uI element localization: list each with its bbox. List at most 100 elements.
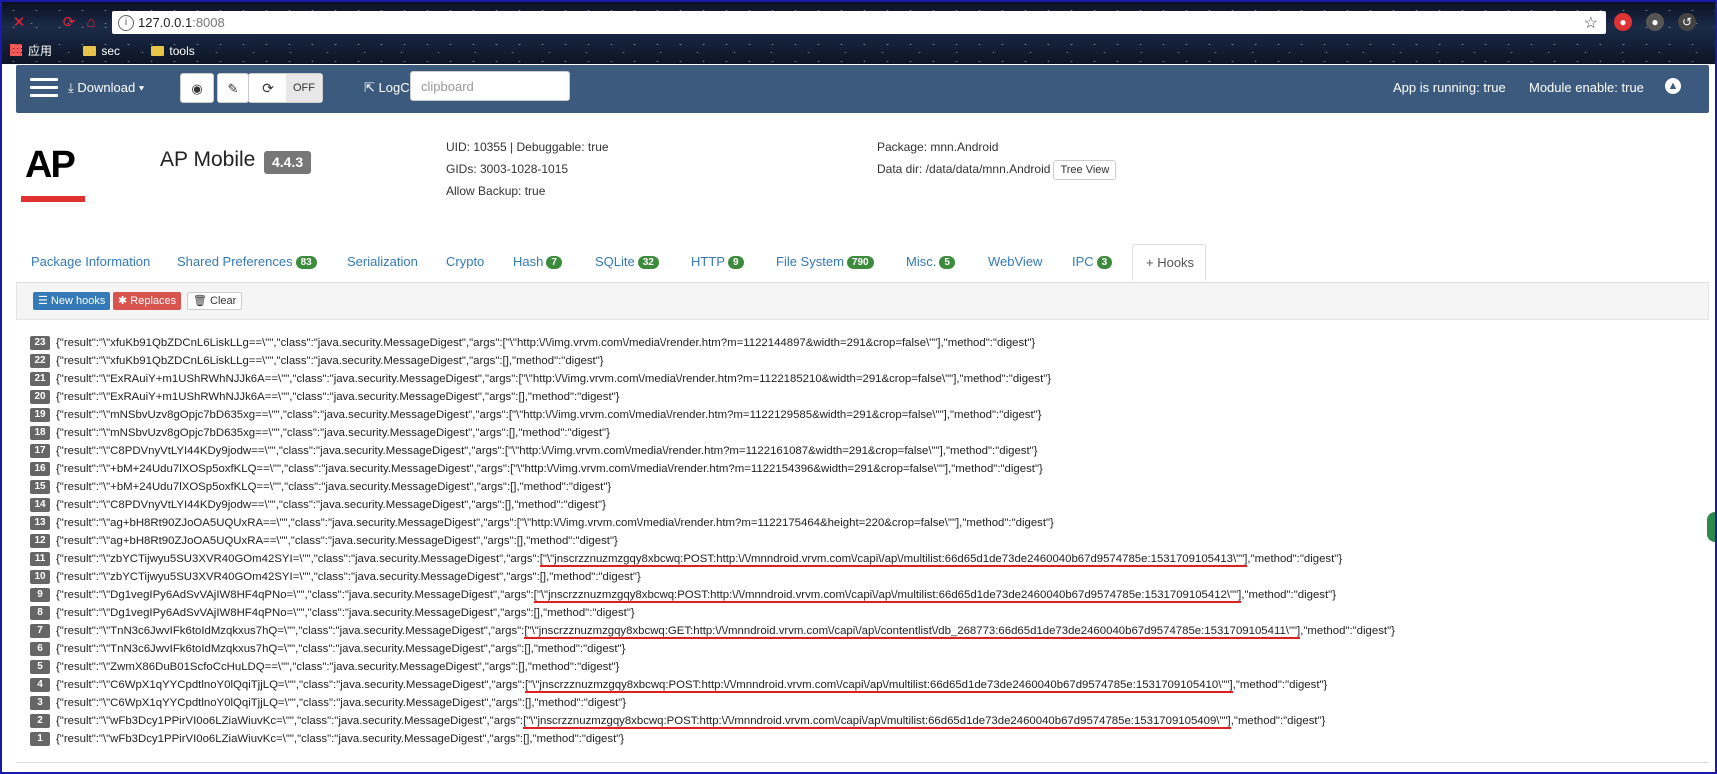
tree-view-button[interactable]: Tree View: [1053, 160, 1117, 180]
highlighted-args: ["\"jnscrzznuzmzgqy8xbcwq:POST:http:\/\/…: [533, 589, 1242, 603]
extension-icon[interactable]: ↺: [1678, 13, 1696, 31]
divider: [16, 762, 1709, 763]
log-row: 19 {"result":"\"mNSbvUzv8gOpjc7bD635xg==\…: [30, 406, 1700, 424]
log-row: 6 {"result":"\"TnN3c6JwvIFk6toIdMzqkxus7h…: [30, 640, 1700, 658]
tools-button[interactable]: ✎: [217, 73, 249, 103]
chevron-up-icon[interactable]: ▲: [1665, 78, 1681, 94]
highlighted-args: ["\"jnscrzznuzmzgqy8xbcwq:POST:http:\/\/…: [525, 679, 1233, 693]
download-dropdown[interactable]: ⤓ Download ▾: [68, 80, 144, 96]
datadir-line: Data dir: /data/data/mnn.Android Tree Vie…: [877, 158, 1117, 180]
toggle-state: OFF: [286, 74, 322, 102]
refresh-toggle[interactable]: ⟳ OFF: [248, 73, 323, 103]
tab-file-system[interactable]: File System 790: [776, 254, 874, 269]
tab-crypto[interactable]: Crypto: [446, 254, 484, 269]
bookmarks-bar: 应用 sec tools: [10, 42, 223, 62]
tab-bar: Package Information Shared Preferences 83…: [16, 244, 1709, 283]
log-text: {"result":"\"C8PDVnyVtLYI44KDy9jodw==\""…: [56, 445, 1038, 457]
row-number: 11: [30, 552, 50, 566]
bookmark-tools[interactable]: tools: [151, 44, 208, 58]
log-text: {"result":"\"zbYCTijwyu5SU3XVR40GOm42SYI…: [56, 571, 641, 583]
row-number: 7: [30, 624, 50, 638]
hamburger-menu-icon[interactable]: [30, 78, 58, 98]
row-number: 15: [30, 480, 50, 494]
address-bar[interactable]: i 127.0.0.1:8008 ☆: [112, 11, 1606, 34]
row-number: 2: [30, 714, 50, 728]
row-number: 13: [30, 516, 50, 530]
logo-underline: [21, 196, 85, 202]
screenshot-button[interactable]: ◉: [180, 73, 214, 103]
tab-webview[interactable]: WebView: [988, 254, 1042, 269]
app-navbar: ⤓ Download ▾ ◉ ✎ ⟳ OFF ⇱ LogCat App is r…: [16, 65, 1709, 113]
log-row: 10 {"result":"\"zbYCTijwyu5SU3XVR40GOm42S…: [30, 568, 1700, 586]
bookmark-apps[interactable]: 应用: [10, 44, 66, 58]
log-text: {"result":"\"ExRAuiY+m1UShRWhNJJk6A==\""…: [56, 391, 620, 403]
page-frame: ✕ ⟳ ⌂ i 127.0.0.1:8008 ☆ ● ● ↺ 应用 sec to…: [0, 0, 1717, 774]
count-badge: 32: [637, 256, 659, 269]
row-number: 22: [30, 354, 50, 368]
log-row: 5 {"result":"\"ZwmX86DuB01ScfoCcHuLDQ==\"…: [30, 658, 1700, 676]
uid-line: UID: 10355 | Debuggable: true: [446, 140, 609, 154]
tab-serialization[interactable]: Serialization: [347, 254, 418, 269]
log-row: 14 {"result":"\"C8PDVnyVtLYI44KDy9jodw==\…: [30, 496, 1700, 514]
log-text: {"result":"\"+bM+24Udu7lXOSp5oxfKLQ==\""…: [56, 481, 612, 493]
log-row: 11 {"result":"\"zbYCTijwyu5SU3XVR40GOm42S…: [30, 550, 1700, 568]
count-badge: 7: [546, 256, 562, 269]
extension-icon[interactable]: ●: [1614, 13, 1632, 31]
log-text: {"result":"\"TnN3c6JwvIFk6toIdMzqkxus7hQ…: [56, 625, 1395, 639]
hooks-toolbar: ☰ New hooks ✱ Replaces 🗑 Clear: [16, 283, 1709, 320]
highlighted-args: ["\"jnscrzznuzmzgqy8xbcwq:GET:http:\/\/m…: [524, 625, 1301, 639]
row-number: 5: [30, 660, 50, 674]
tab-ipc[interactable]: IPC 3: [1072, 254, 1113, 269]
app-logo: AP: [25, 144, 76, 186]
row-number: 20: [30, 390, 50, 404]
home-icon[interactable]: ⌂: [82, 14, 100, 32]
tab-http[interactable]: HTTP 9: [691, 254, 744, 269]
row-number: 19: [30, 408, 50, 422]
replaces-button[interactable]: ✱ Replaces: [113, 292, 182, 310]
row-number: 16: [30, 462, 50, 476]
log-text: {"result":"\"+bM+24Udu7lXOSp5oxfKLQ==\""…: [56, 463, 1043, 475]
clipboard-input[interactable]: [410, 71, 570, 101]
tab-hash[interactable]: Hash 7: [513, 254, 562, 269]
hook-log-list: 23 {"result":"\"xfuKb91QbZDCnL6LiskLLg==\…: [30, 334, 1700, 748]
clear-button[interactable]: 🗑 Clear: [187, 292, 243, 310]
new-hooks-button[interactable]: ☰ New hooks: [33, 292, 111, 310]
log-row: 18 {"result":"\"mNSbvUzv8gOpjc7bD635xg==\…: [30, 424, 1700, 442]
log-text: {"result":"\"mNSbvUzv8gOpjc7bD635xg==\""…: [56, 409, 1042, 421]
log-row: 17 {"result":"\"C8PDVnyVtLYI44KDy9jodw==\…: [30, 442, 1700, 460]
log-row: 23 {"result":"\"xfuKb91QbZDCnL6LiskLLg==\…: [30, 334, 1700, 352]
highlighted-args: ["\"jnscrzznuzmzgqy8xbcwq:POST:http:\/\/…: [539, 553, 1248, 567]
log-row: 21 {"result":"\"ExRAuiY+m1UShRWhNJJk6A==\…: [30, 370, 1700, 388]
log-row: 1 {"result":"\"wFb3Dcy1PPirVI0o6LZiaWiuvK…: [30, 730, 1700, 748]
log-row: 3 {"result":"\"C6WpX1qYYCpdtlnoY0lQqiTjjL…: [30, 694, 1700, 712]
gear-icon: ✱: [118, 295, 131, 307]
log-row: 12 {"result":"\"ag+bH8Rt90ZJoOA5UQUxRA==\…: [30, 532, 1700, 550]
tab-sqlite[interactable]: SQLite 32: [595, 254, 659, 269]
url-text: 127.0.0.1:8008: [138, 15, 225, 30]
app-meta-right: Package: mnn.Android Data dir: /data/dat…: [877, 136, 1117, 180]
log-text: {"result":"\"mNSbvUzv8gOpjc7bD635xg==\""…: [56, 427, 610, 439]
log-row: 13 {"result":"\"ag+bH8Rt90ZJoOA5UQUxRA==\…: [30, 514, 1700, 532]
tab-misc[interactable]: Misc. 5: [906, 254, 955, 269]
wrench-icon: ✎: [227, 81, 239, 96]
tab-package-information[interactable]: Package Information: [31, 254, 150, 269]
count-badge: 83: [295, 256, 317, 269]
row-number: 8: [30, 606, 50, 620]
package-line: Package: mnn.Android: [877, 140, 999, 154]
side-widget-handle[interactable]: [1707, 512, 1715, 542]
tab-hooks[interactable]: + Hooks: [1132, 244, 1206, 281]
extension-icon[interactable]: ●: [1646, 13, 1664, 31]
tab-shared-preferences[interactable]: Shared Preferences 83: [177, 254, 317, 269]
info-icon[interactable]: i: [118, 15, 134, 31]
count-badge: 790: [846, 256, 874, 269]
log-text: {"result":"\"wFb3Dcy1PPirVI0o6LZiaWiuvKc…: [56, 715, 1326, 729]
bookmark-sec[interactable]: sec: [83, 44, 134, 58]
row-number: 21: [30, 372, 50, 386]
row-number: 4: [30, 678, 50, 692]
log-row: 9 {"result":"\"Dg1vegIPy6AdSvVAjIW8HF4qPN…: [30, 586, 1700, 604]
bookmark-star-icon[interactable]: ☆: [1584, 13, 1598, 33]
refresh-icon: ⟳: [262, 80, 274, 96]
back-icon[interactable]: ✕: [10, 14, 28, 32]
reload-icon[interactable]: ⟳: [60, 14, 78, 32]
row-number: 6: [30, 642, 50, 656]
